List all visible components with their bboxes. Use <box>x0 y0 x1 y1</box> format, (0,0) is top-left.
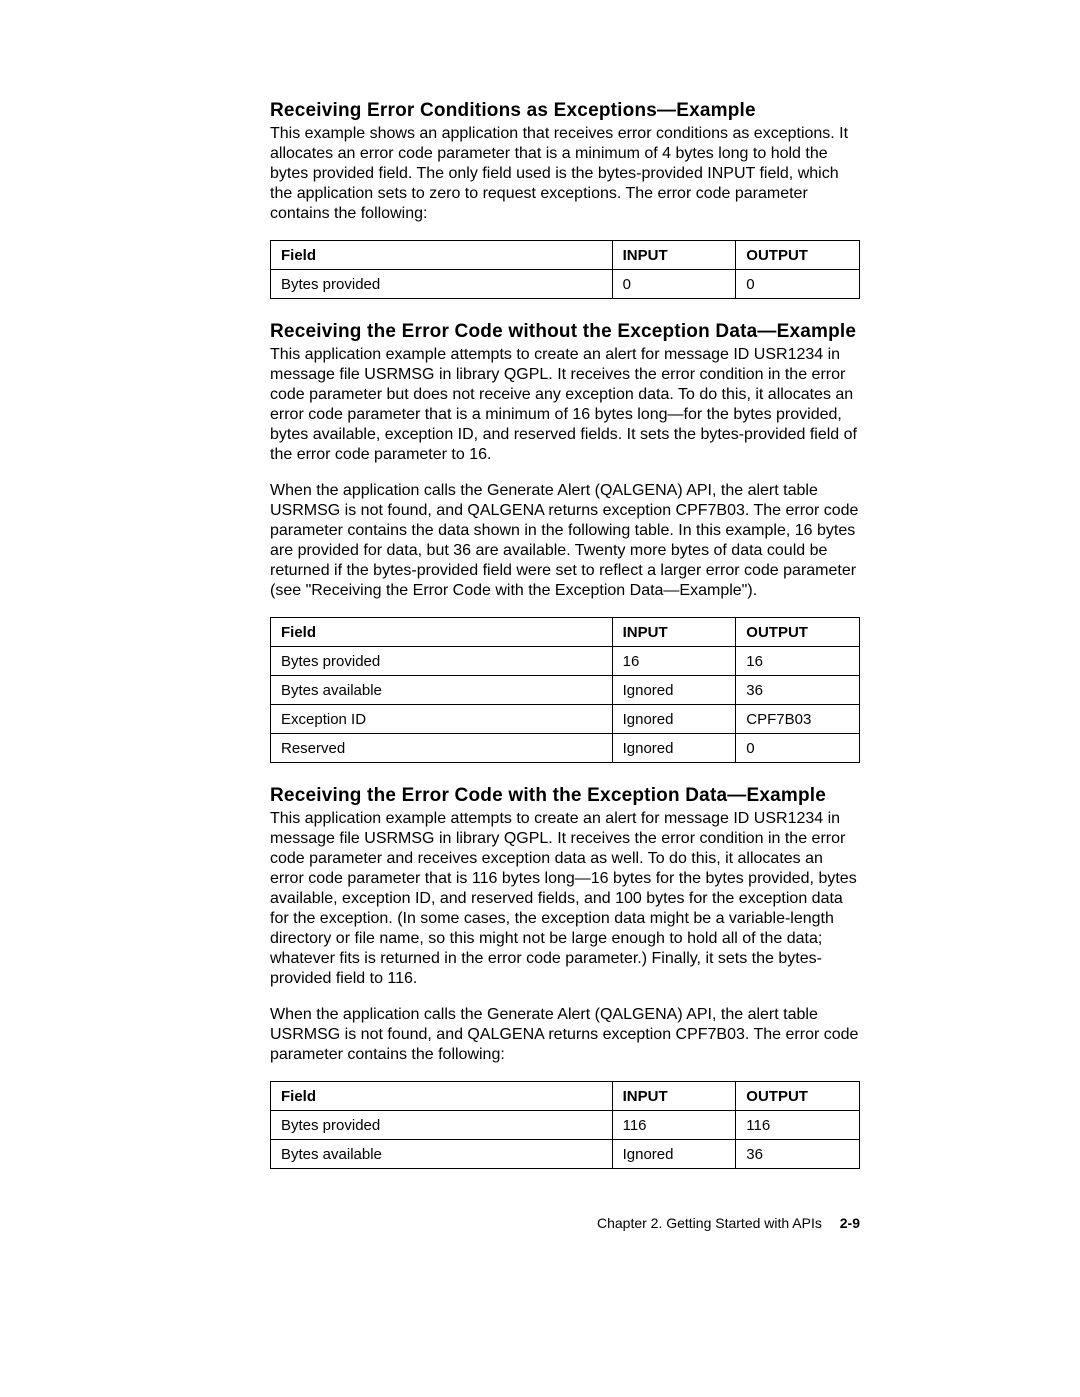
footer-chapter: Chapter 2. Getting Started with APIs <box>597 1215 822 1231</box>
cell-output: 36 <box>736 676 860 705</box>
cell-field: Bytes available <box>271 676 613 705</box>
cell-output: 0 <box>736 734 860 763</box>
cell-input: 116 <box>612 1111 736 1140</box>
body-paragraph: This application example attempts to cre… <box>270 809 860 989</box>
section-heading: Receiving the Error Code without the Exc… <box>270 321 860 343</box>
col-head-output: OUTPUT <box>736 241 860 270</box>
cell-field: Exception ID <box>271 705 613 734</box>
error-table-with-data: Field INPUT OUTPUT Bytes provided 116 11… <box>270 1081 860 1169</box>
cell-field: Reserved <box>271 734 613 763</box>
table-row: Bytes available Ignored 36 <box>271 1140 860 1169</box>
col-head-output: OUTPUT <box>736 618 860 647</box>
page-content: Receiving Error Conditions as Exceptions… <box>270 100 860 1169</box>
col-head-field: Field <box>271 1082 613 1111</box>
error-table-without-data: Field INPUT OUTPUT Bytes provided 16 16 … <box>270 617 860 763</box>
table-head-row: Field INPUT OUTPUT <box>271 241 860 270</box>
cell-input: 16 <box>612 647 736 676</box>
col-head-output: OUTPUT <box>736 1082 860 1111</box>
section-without-exception-data: Receiving the Error Code without the Exc… <box>270 321 860 763</box>
cell-input: Ignored <box>612 734 736 763</box>
table-head-row: Field INPUT OUTPUT <box>271 618 860 647</box>
cell-input: Ignored <box>612 676 736 705</box>
cell-input: Ignored <box>612 705 736 734</box>
page-footer: Chapter 2. Getting Started with APIs 2-9 <box>270 1215 860 1231</box>
cell-output: 16 <box>736 647 860 676</box>
col-head-input: INPUT <box>612 1082 736 1111</box>
table-row: Bytes provided 16 16 <box>271 647 860 676</box>
body-paragraph: This application example attempts to cre… <box>270 345 860 465</box>
cell-output: 116 <box>736 1111 860 1140</box>
cell-field: Bytes provided <box>271 647 613 676</box>
col-head-input: INPUT <box>612 241 736 270</box>
table-head-row: Field INPUT OUTPUT <box>271 1082 860 1111</box>
cell-field: Bytes provided <box>271 1111 613 1140</box>
cell-output: 36 <box>736 1140 860 1169</box>
cell-field: Bytes available <box>271 1140 613 1169</box>
cell-output: CPF7B03 <box>736 705 860 734</box>
section-heading: Receiving the Error Code with the Except… <box>270 785 860 807</box>
section-heading: Receiving Error Conditions as Exceptions… <box>270 100 860 122</box>
table-row: Reserved Ignored 0 <box>271 734 860 763</box>
body-paragraph: When the application calls the Generate … <box>270 1005 860 1065</box>
table-row: Bytes provided 0 0 <box>271 270 860 299</box>
col-head-field: Field <box>271 618 613 647</box>
table-row: Bytes provided 116 116 <box>271 1111 860 1140</box>
table-row: Bytes available Ignored 36 <box>271 676 860 705</box>
table-row: Exception ID Ignored CPF7B03 <box>271 705 860 734</box>
col-head-input: INPUT <box>612 618 736 647</box>
cell-input: 0 <box>612 270 736 299</box>
cell-output: 0 <box>736 270 860 299</box>
section-exceptions-example: Receiving Error Conditions as Exceptions… <box>270 100 860 299</box>
cell-input: Ignored <box>612 1140 736 1169</box>
error-table-exceptions: Field INPUT OUTPUT Bytes provided 0 0 <box>270 240 860 299</box>
footer-page-number: 2-9 <box>840 1215 860 1231</box>
section-with-exception-data: Receiving the Error Code with the Except… <box>270 785 860 1169</box>
col-head-field: Field <box>271 241 613 270</box>
cell-field: Bytes provided <box>271 270 613 299</box>
body-paragraph: This example shows an application that r… <box>270 124 860 224</box>
body-paragraph: When the application calls the Generate … <box>270 481 860 601</box>
